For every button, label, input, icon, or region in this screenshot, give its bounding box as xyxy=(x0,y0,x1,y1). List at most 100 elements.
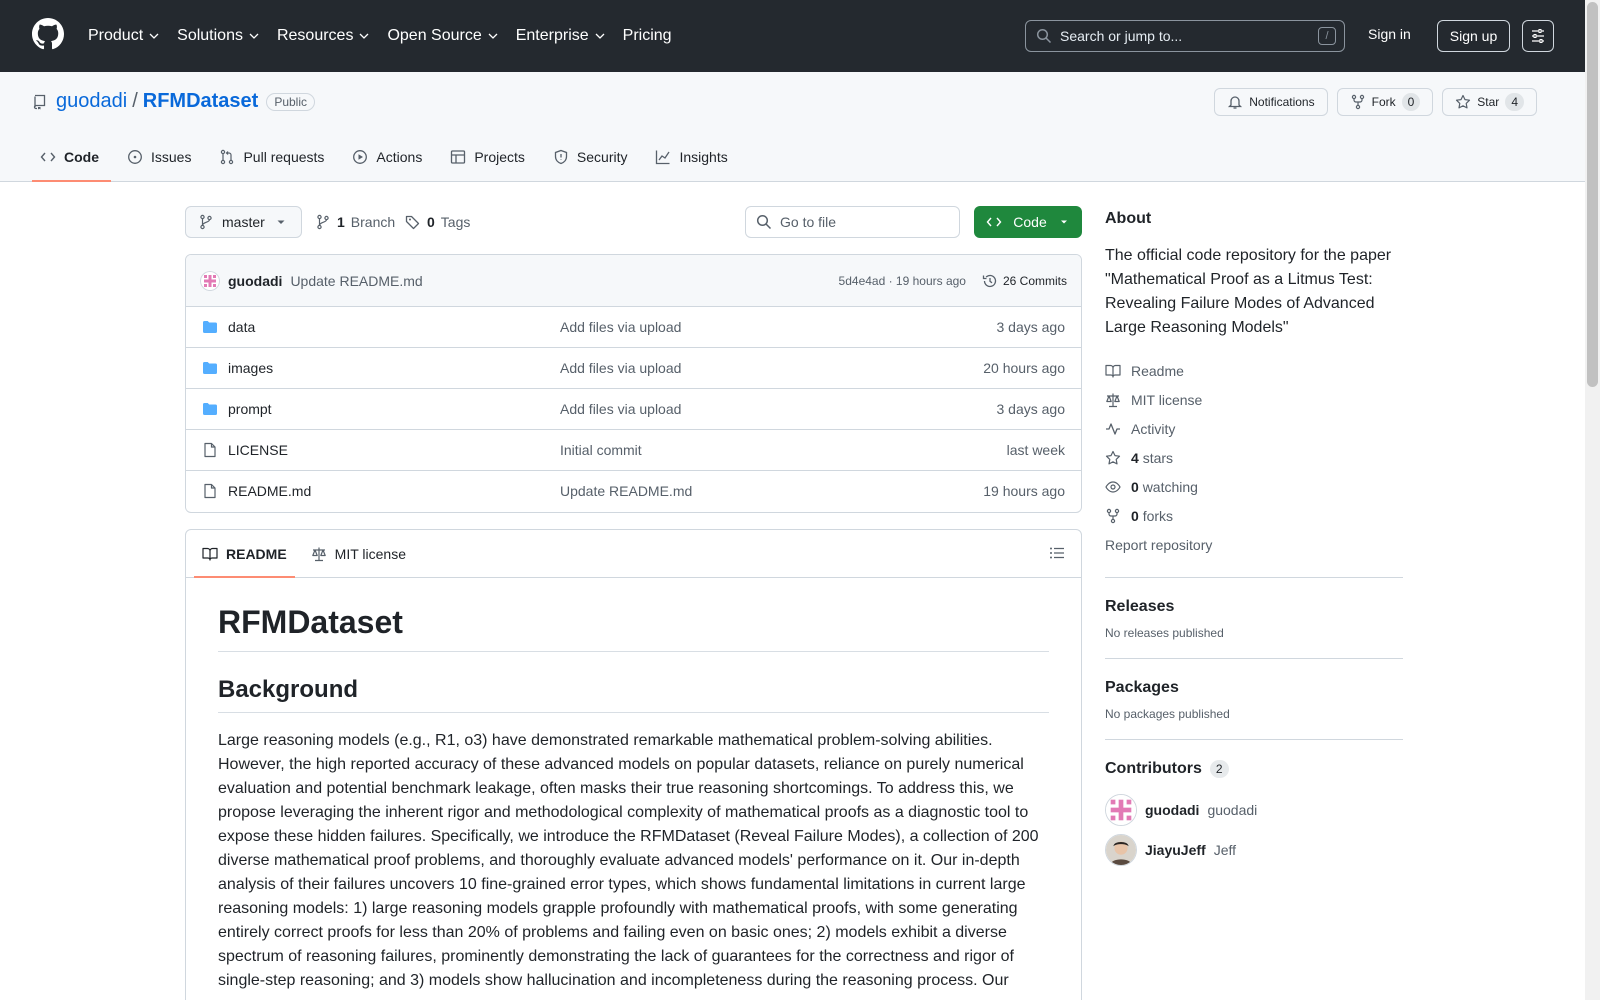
path-separator: / xyxy=(132,90,138,112)
tab-actions[interactable]: Actions xyxy=(344,133,434,181)
nav-pricing[interactable]: Pricing xyxy=(623,27,672,45)
search-shortcut-key: / xyxy=(1318,27,1336,45)
file-name[interactable]: prompt xyxy=(228,401,272,417)
nav-solutions-label: Solutions xyxy=(177,27,243,44)
license-link[interactable]: MIT license xyxy=(1105,385,1403,414)
bell-icon xyxy=(1228,96,1243,109)
global-search-input[interactable]: Search or jump to... / xyxy=(1025,20,1345,52)
readme-link[interactable]: Readme xyxy=(1105,356,1403,385)
tags-link[interactable]: 0 Tags xyxy=(405,214,470,230)
forks-link[interactable]: 0 forks xyxy=(1105,501,1403,530)
search-placeholder: Search or jump to... xyxy=(1060,28,1183,44)
tab-license[interactable]: MIT license xyxy=(303,530,414,577)
chevron-down-icon xyxy=(359,33,369,39)
file-commit-message[interactable]: Update README.md xyxy=(560,483,692,499)
contributors-heading-row[interactable]: Contributors 2 xyxy=(1105,760,1403,778)
file-row-data[interactable]: data Add files via upload 3 days ago xyxy=(186,307,1081,348)
outline-list-icon[interactable] xyxy=(1049,545,1065,561)
releases-empty-text: No releases published xyxy=(1105,626,1224,640)
tab-pull-requests[interactable]: Pull requests xyxy=(211,133,336,181)
sign-in-link[interactable]: Sign in xyxy=(1368,26,1411,42)
notifications-button[interactable]: Notifications xyxy=(1214,88,1328,116)
issue-icon xyxy=(128,150,142,164)
github-logo-icon[interactable] xyxy=(32,18,64,50)
report-repository-link[interactable]: Report repository xyxy=(1105,530,1403,559)
readme-title: RFMDataset xyxy=(218,604,1049,652)
branch-selector[interactable]: master xyxy=(185,206,302,238)
file-name[interactable]: data xyxy=(228,319,255,335)
folder-icon xyxy=(203,321,217,333)
file-name[interactable]: LICENSE xyxy=(228,442,288,458)
nav-open-source[interactable]: Open Source xyxy=(387,27,498,45)
file-commit-message[interactable]: Add files via upload xyxy=(560,319,681,335)
repo-name-link[interactable]: RFMDataset xyxy=(143,90,259,113)
branches-link[interactable]: 1 Branch xyxy=(315,214,395,230)
book-icon xyxy=(202,547,218,561)
nav-resources[interactable]: Resources xyxy=(277,27,369,45)
file-row-readme[interactable]: README.md Update README.md 19 hours ago xyxy=(186,471,1081,512)
readme-tab-bar: README MIT license xyxy=(186,530,1081,578)
branch-icon xyxy=(317,214,329,230)
contributor-item[interactable]: guodadi guodadi xyxy=(1105,794,1403,826)
watchers-link[interactable]: 0 watching xyxy=(1105,472,1403,501)
packages-heading[interactable]: Packages xyxy=(1105,679,1403,697)
tab-code[interactable]: Code xyxy=(32,133,111,182)
visibility-badge: Public xyxy=(266,92,316,111)
file-row-license[interactable]: LICENSE Initial commit last week xyxy=(186,430,1081,471)
branch-count: 1 xyxy=(337,214,345,230)
appearance-settings-button[interactable] xyxy=(1522,20,1554,52)
fork-button[interactable]: Fork 0 xyxy=(1336,88,1434,116)
sliders-icon xyxy=(1532,29,1544,43)
folder-icon xyxy=(203,403,217,415)
tab-issues[interactable]: Issues xyxy=(119,133,203,181)
tab-code-label: Code xyxy=(64,149,99,165)
tab-readme[interactable]: README xyxy=(194,530,295,578)
stars-link[interactable]: 4 stars xyxy=(1105,443,1403,472)
contributor-item[interactable]: JiayuJeff Jeff xyxy=(1105,834,1403,866)
readme-link-label: Readme xyxy=(1131,362,1184,379)
repo-owner-link[interactable]: guodadi xyxy=(56,90,127,113)
nav-product[interactable]: Product xyxy=(88,27,159,45)
commit-message[interactable]: Update README.md xyxy=(290,273,422,289)
activity-link[interactable]: Activity xyxy=(1105,414,1403,443)
sign-up-button[interactable]: Sign up xyxy=(1437,20,1510,52)
history-icon xyxy=(982,274,997,288)
file-commit-message[interactable]: Add files via upload xyxy=(560,360,681,376)
folder-icon xyxy=(203,362,217,374)
contributor-name: Jeff xyxy=(1213,842,1237,858)
readme-heading-background: Background xyxy=(218,676,1049,713)
star-button[interactable]: Star 4 xyxy=(1442,88,1537,116)
tab-insights-label: Insights xyxy=(679,149,728,165)
scrollbar-thumb[interactable] xyxy=(1587,2,1598,387)
file-name[interactable]: README.md xyxy=(228,483,311,499)
tab-projects[interactable]: Projects xyxy=(442,133,537,181)
file-commit-message[interactable]: Initial commit xyxy=(560,442,642,458)
page-scrollbar[interactable] xyxy=(1585,0,1600,1000)
code-dropdown-button[interactable]: Code xyxy=(974,206,1082,238)
file-row-images[interactable]: images Add files via upload 20 hours ago xyxy=(186,348,1081,389)
commit-history-link[interactable]: 26 Commits xyxy=(982,273,1067,289)
file-name[interactable]: images xyxy=(228,360,273,376)
go-to-file-placeholder: Go to file xyxy=(780,214,837,230)
tab-security[interactable]: Security xyxy=(545,133,640,181)
file-commit-time: last week xyxy=(1006,442,1065,458)
nav-enterprise[interactable]: Enterprise xyxy=(516,27,605,45)
avatar[interactable] xyxy=(200,270,220,291)
readme-panel: README MIT license RFMDataset Background… xyxy=(185,529,1082,1000)
releases-heading[interactable]: Releases xyxy=(1105,598,1403,616)
nav-solutions[interactable]: Solutions xyxy=(177,27,259,45)
file-commit-message[interactable]: Add files via upload xyxy=(560,401,681,417)
packages-section: Packages No packages published xyxy=(1105,658,1403,721)
file-commit-time: 20 hours ago xyxy=(983,360,1065,376)
go-to-file-input[interactable]: Go to file xyxy=(745,206,960,238)
repo-tab-nav: Code Issues Pull requests Actions Projec… xyxy=(32,133,748,182)
file-row-prompt[interactable]: prompt Add files via upload 3 days ago xyxy=(186,389,1081,430)
repository-header: guodadi / RFMDataset Public Notification… xyxy=(0,72,1585,182)
branch-name: master xyxy=(222,214,265,230)
commit-author[interactable]: guodadi xyxy=(228,273,282,289)
about-description: The official code repository for the pap… xyxy=(1105,247,1392,336)
tab-insights[interactable]: Insights xyxy=(647,133,739,181)
law-icon xyxy=(1106,393,1120,407)
tab-readme-label: README xyxy=(226,545,287,562)
commit-hash-time[interactable]: 5d4e4ad · 19 hours ago xyxy=(839,274,966,288)
